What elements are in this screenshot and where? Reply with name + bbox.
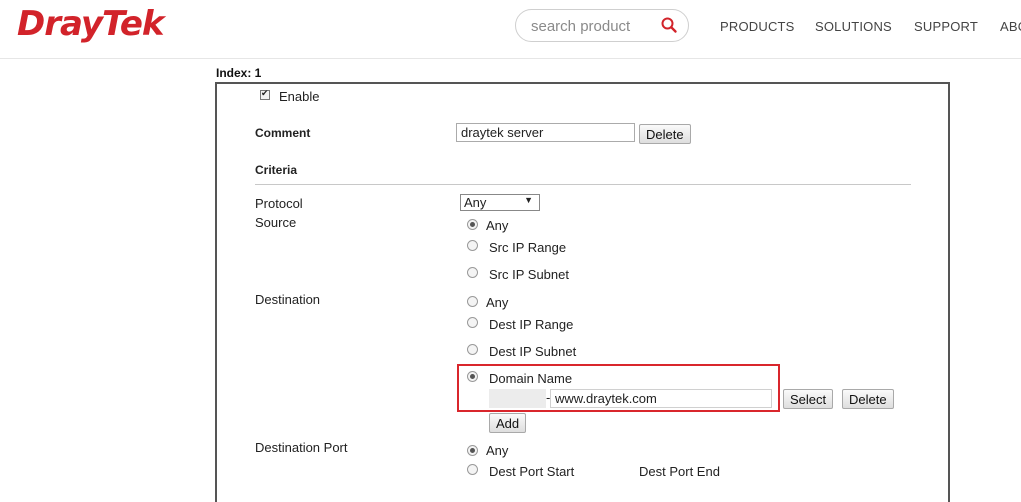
source-label: Source [255, 215, 297, 230]
dest-ip-range-radio[interactable] [467, 317, 478, 328]
dest-port-label: Destination Port [255, 440, 348, 455]
search-input[interactable] [531, 16, 651, 36]
site-header: DrayTek PRODUCTS SOLUTIONS SUPPORT ABO [0, 0, 1021, 59]
dest-any-label: Any [486, 295, 509, 310]
source-src-ip-range-label: Src IP Range [489, 240, 567, 255]
search-icon[interactable] [660, 16, 678, 34]
enable-checkbox[interactable] [260, 88, 270, 100]
comment-label: Comment [255, 126, 311, 140]
dest-any-radio[interactable] [467, 296, 478, 307]
criteria-heading: Criteria [255, 163, 298, 177]
nav-solutions[interactable]: SOLUTIONS [815, 19, 892, 34]
protocol-label: Protocol [255, 196, 303, 211]
search-box[interactable] [515, 9, 689, 42]
comment-input[interactable] [456, 123, 635, 142]
domain-select-button[interactable]: Select [783, 389, 834, 409]
filter-panel [215, 82, 950, 502]
index-label: Index: 1 [216, 66, 262, 80]
dest-port-end-label: Dest Port End [639, 464, 720, 479]
dest-port-start-label: Dest Port Start [489, 464, 575, 479]
enable-label: Enable [279, 89, 320, 104]
nav-products[interactable]: PRODUCTS [720, 19, 795, 34]
domain-delete-button[interactable]: Delete [842, 389, 894, 409]
dest-port-start-radio[interactable] [467, 464, 478, 475]
source-src-ip-range-radio[interactable] [467, 240, 478, 251]
destination-label: Destination [255, 292, 321, 307]
dest-port-any-radio[interactable] [467, 445, 478, 456]
nav-support[interactable]: SUPPORT [914, 19, 978, 34]
domain-prefix-field[interactable] [489, 389, 546, 408]
dest-ip-subnet-label: Dest IP Subnet [489, 344, 577, 359]
dest-ip-subnet-radio[interactable] [467, 344, 478, 355]
draytek-logo[interactable]: DrayTek [17, 4, 165, 44]
source-src-ip-subnet-label: Src IP Subnet [489, 267, 569, 282]
domain-add-button[interactable]: Add [489, 413, 527, 433]
dest-ip-range-label: Dest IP Range [489, 317, 574, 332]
protocol-select[interactable]: Any ▼ [460, 194, 540, 211]
chevron-down-icon: ▼ [524, 195, 533, 205]
dest-port-any-label: Any [486, 443, 509, 458]
source-any-label: Any [486, 218, 509, 233]
source-src-ip-subnet-radio[interactable] [467, 267, 478, 278]
comment-delete-button[interactable]: Delete [639, 124, 691, 144]
nav-about[interactable]: ABO [1000, 19, 1021, 34]
source-any-radio[interactable] [467, 219, 478, 230]
domain-name-input[interactable] [550, 389, 772, 408]
protocol-select-value: Any [464, 195, 487, 210]
criteria-divider [255, 184, 911, 185]
